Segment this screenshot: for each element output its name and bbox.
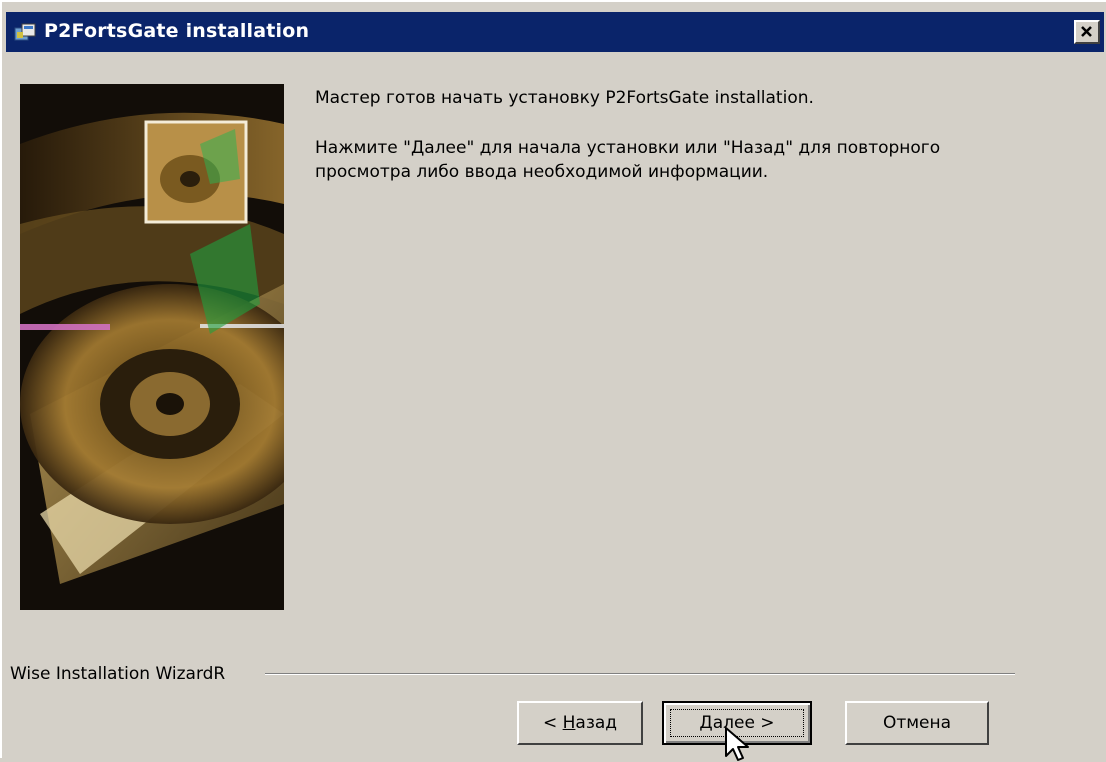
- ready-text: Мастер готов начать установку P2FortsGat…: [315, 88, 814, 108]
- window-title: P2FortsGate installation: [44, 20, 310, 42]
- mouse-pointer-icon: [725, 727, 749, 761]
- title-bar[interactable]: P2FortsGate installation: [6, 12, 1104, 52]
- footer-divider: [265, 673, 1015, 675]
- close-icon: [1081, 26, 1092, 37]
- instruction-text: Нажмите "Далее" для начала установки или…: [315, 138, 941, 182]
- cancel-button[interactable]: Отмена: [845, 701, 989, 745]
- back-button[interactable]: < Назад: [517, 701, 643, 745]
- installer-dialog: P2FortsGate installation Мастер готов на…: [0, 0, 1106, 761]
- wizard-brand-label: Wise Installation WizardR: [10, 664, 226, 684]
- wizard-message: Мастер готов начать установку P2FortsGat…: [315, 86, 1015, 210]
- wizard-side-image: [20, 84, 284, 610]
- installer-icon: [14, 23, 36, 41]
- close-button[interactable]: [1074, 20, 1100, 44]
- cd-artwork-image: [20, 84, 284, 610]
